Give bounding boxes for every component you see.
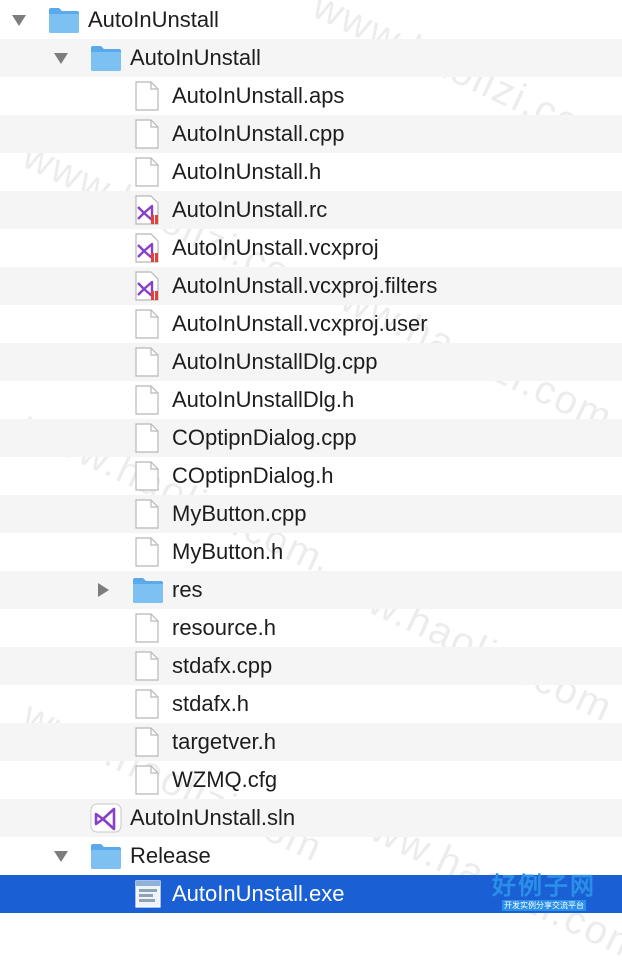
file-icon xyxy=(134,613,162,643)
tree-row-label: MyButton.h xyxy=(172,539,284,564)
file-icon xyxy=(134,689,162,719)
file-icon xyxy=(134,385,162,415)
executable-icon xyxy=(134,879,162,908)
tree-row-label: AutoInUnstall.vcxproj xyxy=(172,235,379,260)
tree-row-label: AutoInUnstall.vcxproj.user xyxy=(172,311,428,336)
file-icon xyxy=(134,157,162,187)
tree-row-label: AutoInUnstall.cpp xyxy=(172,121,345,146)
tree-row-file[interactable]: AutoInUnstall.vcxproj.filters xyxy=(0,267,622,305)
visual-studio-file-icon xyxy=(134,271,162,301)
tree-row-label: AutoInUnstall.vcxproj.filters xyxy=(172,273,438,298)
file-icon xyxy=(134,309,162,339)
tree-row-file[interactable]: AutoInUnstall.aps xyxy=(0,77,622,115)
tree-row-file[interactable]: COptipnDialog.cpp xyxy=(0,419,622,457)
tree-row-file[interactable]: AutoInUnstall.rc xyxy=(0,191,622,229)
tree-row-file[interactable]: COptipnDialog.h xyxy=(0,457,622,495)
folder-icon xyxy=(48,6,79,34)
file-icon xyxy=(134,765,162,795)
tree-row-label: AutoInUnstall.rc xyxy=(172,197,328,222)
file-icon xyxy=(134,537,162,567)
tree-row-folder-res[interactable]: res xyxy=(0,571,622,609)
tree-row-label: AutoInUnstallDlg.cpp xyxy=(172,349,378,374)
tree-row-file[interactable]: MyButton.cpp xyxy=(0,495,622,533)
tree-row-file[interactable]: WZMQ.cfg xyxy=(0,761,622,799)
tree-row-folder-autoinunstall[interactable]: AutoInUnstall xyxy=(0,39,622,77)
visual-studio-file-icon xyxy=(134,195,162,225)
folder-icon xyxy=(132,576,163,604)
file-icon xyxy=(134,119,162,149)
tree-row-label: AutoInUnstall xyxy=(88,7,219,32)
folder-icon xyxy=(90,44,121,72)
disclosure-open-icon[interactable] xyxy=(10,11,28,29)
disclosure-open-icon[interactable] xyxy=(52,49,70,67)
tree-row-file[interactable]: AutoInUnstall.vcxproj xyxy=(0,229,622,267)
tree-row-label: AutoInUnstall xyxy=(130,45,261,70)
disclosure-closed-icon[interactable] xyxy=(94,581,112,599)
file-icon xyxy=(134,423,162,453)
tree-row-file-exe-selected[interactable]: AutoInUnstall.exe xyxy=(0,875,622,913)
tree-row-label: AutoInUnstallDlg.h xyxy=(172,387,355,412)
file-icon xyxy=(134,461,162,491)
tree-row-file[interactable]: targetver.h xyxy=(0,723,622,761)
tree-row-file[interactable]: AutoInUnstall.vcxproj.user xyxy=(0,305,622,343)
visual-studio-file-icon xyxy=(134,233,162,263)
tree-row-folder-autoinunstall-root[interactable]: AutoInUnstall xyxy=(0,1,622,39)
tree-row-label: stdafx.cpp xyxy=(172,653,273,678)
tree-row-label: resource.h xyxy=(172,615,276,640)
file-icon xyxy=(134,81,162,111)
tree-row-label: AutoInUnstall.h xyxy=(172,159,322,184)
visual-studio-solution-icon xyxy=(90,803,122,833)
tree-row-folder-release[interactable]: Release xyxy=(0,837,622,875)
file-icon xyxy=(134,347,162,377)
tree-row-label: targetver.h xyxy=(172,729,276,754)
tree-row-file[interactable]: AutoInUnstall.h xyxy=(0,153,622,191)
tree-row-label: COptipnDialog.cpp xyxy=(172,425,357,450)
tree-row-label: AutoInUnstall.aps xyxy=(172,83,345,108)
tree-row-file-sln[interactable]: AutoInUnstall.sln xyxy=(0,799,622,837)
tree-row-label: AutoInUnstall.exe xyxy=(172,881,345,906)
file-icon xyxy=(134,499,162,529)
disclosure-open-icon[interactable] xyxy=(52,847,70,865)
tree-row-label: stdafx.h xyxy=(172,691,250,716)
tree-row-file[interactable]: AutoInUnstall.cpp xyxy=(0,115,622,153)
file-icon xyxy=(134,651,162,681)
tree-row-file[interactable]: stdafx.cpp xyxy=(0,647,622,685)
tree-row-label: AutoInUnstall.sln xyxy=(130,805,296,830)
tree-row-file[interactable]: resource.h xyxy=(0,609,622,647)
file-icon xyxy=(134,727,162,757)
tree-row-file[interactable]: AutoInUnstallDlg.h xyxy=(0,381,622,419)
folder-icon xyxy=(90,842,121,870)
tree-row-label: res xyxy=(172,577,203,602)
tree-row-label: COptipnDialog.h xyxy=(172,463,334,488)
tree-row-label: MyButton.cpp xyxy=(172,501,307,526)
tree-row-file[interactable]: stdafx.h xyxy=(0,685,622,723)
tree-row-label: Release xyxy=(130,843,211,868)
tree-row-file[interactable]: MyButton.h xyxy=(0,533,622,571)
tree-row-label: WZMQ.cfg xyxy=(172,767,278,792)
tree-row-file[interactable]: AutoInUnstallDlg.cpp xyxy=(0,343,622,381)
